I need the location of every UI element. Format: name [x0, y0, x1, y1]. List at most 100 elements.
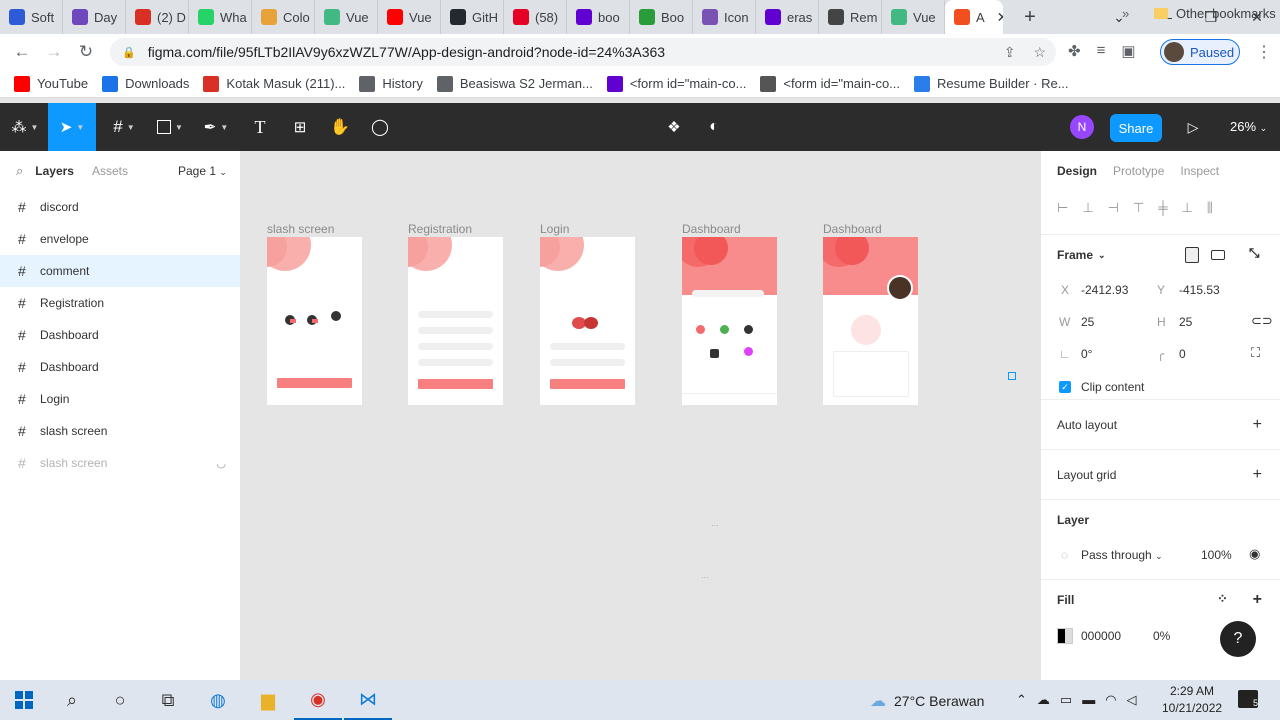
browser-tab[interactable]: Icon: [693, 0, 756, 34]
align-top-icon[interactable]: ⊤: [1133, 200, 1144, 216]
bookmark-item[interactable]: Beasiswa S2 Jerman...: [436, 75, 593, 92]
tab-search-icon[interactable]: ⌄: [1096, 9, 1142, 26]
weather-widget[interactable]: ☁ 27°C Berawan: [870, 691, 984, 711]
layer-item[interactable]: # Dashboard: [0, 351, 240, 383]
browser-tab[interactable]: Boo: [630, 0, 693, 34]
frame-registration[interactable]: [408, 237, 503, 405]
pen-tool-button[interactable]: ✒ ▼: [196, 103, 236, 151]
landscape-icon[interactable]: [1211, 250, 1225, 260]
component-button[interactable]: ❖: [660, 103, 688, 151]
x-input[interactable]: -2412.93: [1081, 283, 1128, 297]
tab-prototype[interactable]: Prototype: [1113, 164, 1164, 178]
frame-label-slash-screen[interactable]: slash screen: [267, 222, 334, 236]
battery-icon[interactable]: ▬: [1082, 692, 1095, 708]
eye-icon[interactable]: ◉: [1249, 546, 1260, 562]
frame-label-registration[interactable]: Registration: [408, 222, 472, 236]
fill-opacity-input[interactable]: 0%: [1153, 629, 1170, 643]
frame-section-title[interactable]: Frame ⌄ ⤡: [1041, 235, 1280, 275]
task-view-icon[interactable]: ⧉: [144, 680, 192, 720]
y-input[interactable]: -415.53: [1179, 283, 1220, 297]
align-center-h-icon[interactable]: ⊥: [1082, 200, 1093, 216]
portrait-icon[interactable]: [1185, 247, 1199, 263]
contrast-button[interactable]: ◐: [700, 103, 728, 151]
address-bar[interactable]: 🔒 figma.com/file/95fLTb2IlAV9y6xzWZL77W/…: [110, 38, 1056, 66]
frame-tool-button[interactable]: # ▼: [104, 103, 144, 151]
browser-menu-icon[interactable]: ⋮: [1256, 42, 1272, 62]
browser-tab[interactable]: Rem: [819, 0, 882, 34]
add-layout-grid-icon[interactable]: +: [1253, 466, 1262, 484]
layer-item[interactable]: # Registration: [0, 287, 240, 319]
side-panel-icon[interactable]: ▣: [1121, 42, 1135, 60]
browser-tab[interactable]: GitH: [441, 0, 504, 34]
browser-tab[interactable]: Wha: [189, 0, 252, 34]
browser-tab[interactable]: Soft: [0, 0, 63, 34]
w-input[interactable]: 25: [1081, 315, 1094, 329]
frame-slash-screen[interactable]: [267, 237, 362, 405]
layer-item[interactable]: # slash screen ◡: [0, 447, 240, 479]
present-button[interactable]: ▷: [1180, 103, 1206, 151]
h-input[interactable]: 25: [1179, 315, 1192, 329]
canvas[interactable]: slash screen Registration Login Dashboar…: [241, 151, 1040, 680]
search-icon[interactable]: ⌕: [16, 163, 23, 179]
eye-closed-icon[interactable]: ◡: [216, 457, 226, 470]
align-right-icon[interactable]: ⊣: [1108, 200, 1119, 216]
extensions-icon[interactable]: ✤: [1068, 42, 1081, 60]
cortana-icon[interactable]: ○: [96, 680, 144, 720]
page-selector[interactable]: Page 1 ⌄: [178, 164, 227, 178]
resources-button[interactable]: ⊞: [286, 103, 314, 151]
share-button[interactable]: Share: [1110, 114, 1162, 142]
browser-tab[interactable]: eras: [756, 0, 819, 34]
browser-tab[interactable]: (2) D: [126, 0, 189, 34]
resize-fit-icon[interactable]: ⤡: [1249, 245, 1259, 261]
browser-tab[interactable]: Vue: [882, 0, 945, 34]
hand-tool-button[interactable]: ✋: [326, 103, 354, 151]
notification-center-icon[interactable]: 5: [1238, 690, 1258, 708]
back-button[interactable]: ←: [6, 42, 38, 62]
edge-icon[interactable]: ◍: [194, 680, 242, 720]
layer-item[interactable]: # Dashboard: [0, 319, 240, 351]
tab-assets[interactable]: Assets: [92, 164, 128, 178]
browser-tab[interactable]: Colo: [252, 0, 315, 34]
bookmark-item[interactable]: History: [359, 75, 423, 92]
add-auto-layout-icon[interactable]: +: [1253, 416, 1262, 434]
browser-tab[interactable]: Day: [63, 0, 126, 34]
constrain-proportions-icon[interactable]: ⊂⊃: [1251, 313, 1273, 329]
tab-inspect[interactable]: Inspect: [1180, 164, 1219, 178]
frame-label-dashboard[interactable]: Dashboard: [682, 222, 741, 236]
text-tool-button[interactable]: T: [246, 103, 274, 151]
vscode-icon[interactable]: ⋈: [344, 680, 392, 720]
browser-tab-active[interactable]: A ✕: [945, 0, 1003, 34]
search-icon[interactable]: ⌕: [48, 680, 96, 720]
bookmark-item[interactable]: Resume Builder · Re...: [914, 75, 1069, 92]
monitor-icon[interactable]: ▭: [1060, 692, 1072, 708]
layer-item[interactable]: # comment: [0, 255, 240, 287]
bookmark-star-icon[interactable]: ☆: [1033, 44, 1046, 61]
bookmark-item[interactable]: <form id="main-co...: [606, 75, 746, 92]
layer-item[interactable]: # envelope: [0, 223, 240, 255]
radius-input[interactable]: 0: [1179, 347, 1186, 361]
align-middle-v-icon[interactable]: ╪: [1158, 200, 1167, 215]
layer-item[interactable]: # slash screen: [0, 415, 240, 447]
file-explorer-icon[interactable]: ▆: [244, 680, 292, 720]
distribute-icon[interactable]: ⫼: [1207, 200, 1213, 216]
close-tab-icon[interactable]: ✕: [997, 9, 1003, 26]
tab-design[interactable]: Design: [1057, 164, 1097, 178]
zoom-level[interactable]: 26% ⌄: [1230, 119, 1267, 134]
independent-corners-icon[interactable]: ⛶: [1251, 345, 1260, 361]
clock[interactable]: 2:29 AM 10/21/2022: [1162, 683, 1222, 717]
layer-opacity-input[interactable]: 100%: [1201, 548, 1232, 562]
bookmark-item[interactable]: Downloads: [102, 75, 189, 92]
fill-hex-input[interactable]: 000000: [1081, 629, 1121, 643]
volume-icon[interactable]: ◁: [1127, 692, 1137, 708]
frame-label-login[interactable]: Login: [540, 222, 569, 236]
bookmark-item[interactable]: YouTube: [14, 75, 88, 92]
move-tool-button[interactable]: ➤ ▼: [48, 103, 96, 151]
frame-login[interactable]: [540, 237, 635, 405]
fill-swatch[interactable]: [1057, 628, 1073, 644]
layer-item[interactable]: # discord: [0, 191, 240, 223]
selection-indicator[interactable]: [1008, 372, 1016, 380]
shape-tool-button[interactable]: ▼: [150, 103, 190, 151]
bookmark-item[interactable]: Kotak Masuk (211)...: [203, 75, 345, 92]
onedrive-icon[interactable]: ☁: [1037, 692, 1050, 708]
comment-tool-button[interactable]: ◯: [366, 103, 394, 151]
